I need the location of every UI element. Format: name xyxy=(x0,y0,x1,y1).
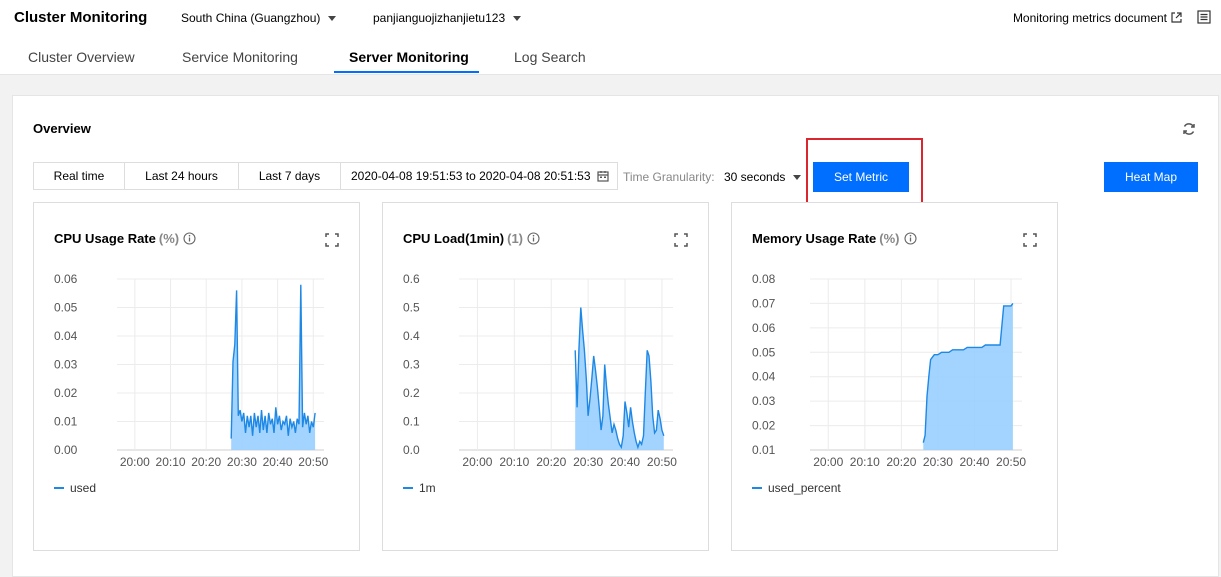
chevron-down-icon xyxy=(328,16,337,22)
y-tick-label: 0.07 xyxy=(752,296,776,310)
chart-plot: 0.00 0.01 0.02 0.03 0.04 0.05 0.06 20:00 20:10 20… xyxy=(54,272,329,469)
x-tick-label: 20:30 xyxy=(227,455,257,469)
x-tick-label: 20:00 xyxy=(120,455,150,469)
y-tick-label: 0.01 xyxy=(752,443,776,457)
chart-card-cpu-load: CPU Load(1min) (1) 0.0 0.1 0.2 0.3 0.4 0.5 0.6 2… xyxy=(382,202,709,551)
real-time-button[interactable]: Real time xyxy=(33,162,125,190)
date-range-picker[interactable]: 2020-04-08 19:51:53 to 2020-04-08 20:51:… xyxy=(340,162,618,190)
top-bar: Cluster Monitoring South China (Guangzho… xyxy=(0,0,1221,75)
region-label: South China (Guangzhou) xyxy=(181,11,321,25)
y-tick-label: 0.03 xyxy=(752,394,776,408)
x-tick-label: 20:30 xyxy=(923,455,953,469)
y-tick-label: 0.05 xyxy=(752,345,776,359)
x-tick-label: 20:40 xyxy=(263,455,293,469)
chart-legend: used xyxy=(54,481,96,495)
y-tick-label: 0.04 xyxy=(54,329,78,343)
y-tick-label: 0.02 xyxy=(752,419,776,433)
x-tick-label: 20:50 xyxy=(647,455,677,469)
doc-link-label: Monitoring metrics document xyxy=(1012,11,1167,25)
legend-swatch xyxy=(403,487,413,489)
highlight-box xyxy=(806,138,923,204)
x-tick-label: 20:40 xyxy=(959,455,989,469)
last-7-days-button[interactable]: Last 7 days xyxy=(238,162,341,190)
cluster-dropdown[interactable]: panjianguojizhanjietu123 xyxy=(373,11,522,25)
tab-service-monitoring[interactable]: Service Monitoring xyxy=(182,49,298,65)
menu-icon[interactable] xyxy=(1197,10,1211,29)
y-tick-label: 0.06 xyxy=(752,321,776,335)
chevron-down-icon xyxy=(513,16,522,22)
tab-log-search[interactable]: Log Search xyxy=(514,49,586,65)
y-tick-label: 0.00 xyxy=(54,443,78,457)
y-tick-label: 0.08 xyxy=(752,272,776,286)
y-tick-label: 0.4 xyxy=(403,329,420,343)
x-tick-label: 20:00 xyxy=(813,455,843,469)
monitoring-doc-link[interactable]: Monitoring metrics document xyxy=(1013,11,1182,25)
granularity-select[interactable]: 30 seconds xyxy=(724,170,802,184)
page-title: Cluster Monitoring xyxy=(14,9,148,26)
refresh-icon[interactable] xyxy=(1182,122,1196,141)
date-range-value: 2020-04-08 19:51:53 to 2020-04-08 20:51:… xyxy=(351,169,591,183)
y-tick-label: 0.03 xyxy=(54,358,78,372)
last-24-hours-button[interactable]: Last 24 hours xyxy=(124,162,239,190)
tab-cluster-overview[interactable]: Cluster Overview xyxy=(28,49,135,65)
x-tick-label: 20:10 xyxy=(156,455,186,469)
x-tick-label: 20:10 xyxy=(499,455,529,469)
y-tick-label: 0.04 xyxy=(752,370,776,384)
granularity-label: Time Granularity: xyxy=(623,170,715,184)
y-tick-label: 0.05 xyxy=(54,301,78,315)
x-tick-label: 20:50 xyxy=(298,455,328,469)
y-tick-label: 0.02 xyxy=(54,386,78,400)
series-area xyxy=(923,303,1013,450)
cluster-label: panjianguojizhanjietu123 xyxy=(373,11,506,25)
chart-legend: used_percent xyxy=(752,481,841,495)
region-dropdown[interactable]: South China (Guangzhou) xyxy=(181,11,337,25)
legend-label: used_percent xyxy=(768,481,841,495)
x-tick-label: 20:00 xyxy=(462,455,492,469)
y-tick-label: 0.6 xyxy=(403,272,420,286)
x-tick-label: 20:10 xyxy=(850,455,880,469)
y-tick-label: 0.2 xyxy=(403,386,420,400)
chart-plot: 0.01 0.02 0.03 0.04 0.05 0.06 0.07 0.08 20:00 20:… xyxy=(752,272,1026,469)
external-link-icon xyxy=(1171,12,1182,23)
x-tick-label: 20:40 xyxy=(610,455,640,469)
granularity-value: 30 seconds xyxy=(724,170,786,184)
chart-legend: 1m xyxy=(403,481,436,495)
y-tick-label: 0.1 xyxy=(403,415,420,429)
y-tick-label: 0.5 xyxy=(403,301,420,315)
x-tick-label: 20:30 xyxy=(573,455,603,469)
chart-card-cpu-usage: CPU Usage Rate (%) 0.00 0.01 0.02 0.03 0.04 0.… xyxy=(33,202,360,551)
legend-swatch xyxy=(752,487,762,489)
legend-swatch xyxy=(54,487,64,489)
y-tick-label: 0.3 xyxy=(403,358,420,372)
overview-title: Overview xyxy=(33,121,91,136)
legend-label: used xyxy=(70,481,97,495)
y-tick-label: 0.01 xyxy=(54,415,78,429)
chevron-down-icon xyxy=(793,175,802,181)
y-tick-label: 0.0 xyxy=(403,443,420,457)
x-tick-label: 20:20 xyxy=(191,455,221,469)
legend-label: 1m xyxy=(419,481,436,495)
chart-plot: 0.0 0.1 0.2 0.3 0.4 0.5 0.6 20:00 20:10 20:20 20:3… xyxy=(403,272,677,469)
y-tick-label: 0.06 xyxy=(54,272,78,286)
x-tick-label: 20:50 xyxy=(996,455,1026,469)
x-tick-label: 20:20 xyxy=(886,455,916,469)
calendar-icon xyxy=(597,171,609,182)
tab-server-monitoring[interactable]: Server Monitoring xyxy=(349,49,469,65)
heat-map-button[interactable]: Heat Map xyxy=(1104,162,1198,192)
active-tab-indicator xyxy=(334,71,479,73)
chart-card-memory-usage: Memory Usage Rate (%) 0.01 0.02 0.03 0.04 0.0… xyxy=(731,202,1058,551)
x-tick-label: 20:20 xyxy=(536,455,566,469)
